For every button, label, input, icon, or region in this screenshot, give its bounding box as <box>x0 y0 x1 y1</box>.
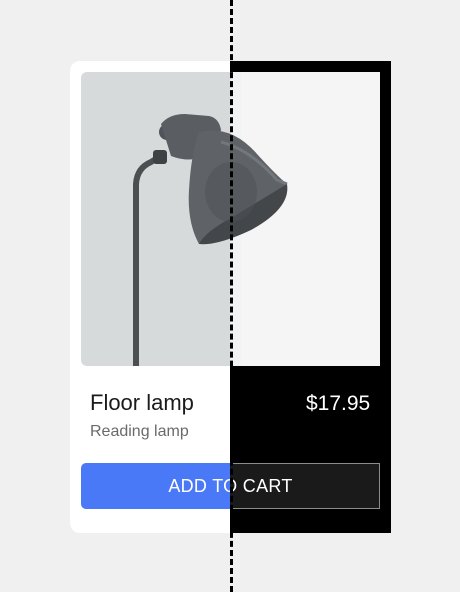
comparison-divider[interactable] <box>229 0 233 592</box>
product-title: Floor lamp <box>90 390 194 415</box>
divider-dashed-line <box>230 0 233 592</box>
product-price: $17.95 <box>306 392 371 415</box>
product-subtitle: Reading lamp <box>90 423 189 440</box>
